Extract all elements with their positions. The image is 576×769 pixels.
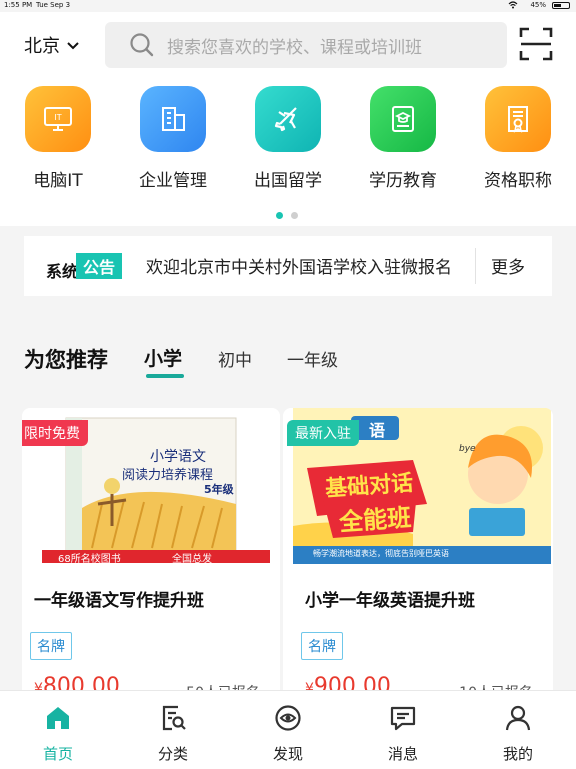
chevron-down-icon (66, 35, 80, 56)
status-bar: 1:55 PM Tue Sep 3 45% (0, 0, 576, 12)
cover-banner-right: 全国总发 (172, 554, 212, 564)
search-placeholder: 搜索您喜欢的学校、课程或培训班 (167, 37, 422, 58)
tab-grade-one[interactable]: 一年级 (287, 346, 338, 371)
tab-label: 我的 (502, 745, 533, 763)
course-badge: 限时免费 (22, 420, 88, 446)
course-tag: 名牌 (301, 632, 343, 660)
tab-category[interactable]: 分类 (133, 703, 213, 764)
tab-label: 消息 (387, 745, 418, 763)
tab-primary-school[interactable]: 小学 (144, 344, 182, 371)
cover-book-title-2: 阅读力培养课程 (122, 468, 214, 483)
buildings-icon (140, 86, 206, 152)
status-date: Tue Sep 3 (36, 1, 71, 9)
profile-icon (503, 705, 533, 737)
course-card[interactable]: 小学语文 阅读力培养课程 5年级 68所名校图书 全国总发 限时免费 一年级语文… (22, 408, 280, 708)
notice-label-announce: 公告 (76, 253, 122, 279)
course-title: 一年级语文写作提升班 (34, 591, 204, 611)
cover-slogan: 畅学潮流地道表达，彻底告别哑巴英语 (313, 549, 449, 558)
category-item-degree[interactable]: 学历教育 (358, 86, 448, 191)
category-label: 出国留学 (254, 171, 322, 191)
page-dot (291, 212, 298, 219)
discover-eye-icon (273, 705, 303, 737)
category-label: 资格职称 (484, 171, 552, 191)
airplane-icon (255, 86, 321, 152)
category-label: 学历教育 (369, 171, 437, 191)
tab-active-indicator (146, 374, 184, 378)
city-selector[interactable]: 北京 (24, 32, 80, 58)
category-grid: IT 电脑IT 企业管理 出国留学 学历教育 资格职称 (0, 86, 576, 196)
carousel-dots (276, 212, 306, 220)
notice-more-link[interactable]: 更多 (491, 253, 525, 278)
tab-discover[interactable]: 发现 (248, 703, 328, 764)
tab-profile[interactable]: 我的 (478, 703, 558, 764)
notice-divider (475, 248, 476, 284)
message-icon (388, 706, 418, 737)
computer-it-icon: IT (25, 86, 91, 152)
category-search-icon (158, 705, 188, 737)
tab-home[interactable]: 首页 (18, 703, 98, 764)
notice-text[interactable]: 欢迎北京市中关村外国语学校入驻微报名 (146, 253, 468, 278)
course-badge: 最新入驻 (287, 420, 359, 446)
tab-messages[interactable]: 消息 (363, 703, 443, 764)
notice-label-system: 系统 (46, 262, 79, 281)
battery-percent: 45% (530, 1, 546, 9)
bottom-tab-bar: 首页 分类 发现 消息 我的 (0, 690, 576, 769)
cover-grade: 5年级 (204, 483, 234, 496)
category-item-it[interactable]: IT 电脑IT (13, 86, 103, 191)
tab-junior-high[interactable]: 初中 (218, 346, 252, 371)
certificate-icon (485, 86, 551, 152)
wifi-icon (508, 1, 518, 11)
category-item-study-abroad[interactable]: 出国留学 (243, 86, 333, 191)
city-label: 北京 (24, 36, 60, 57)
search-bar[interactable]: 搜索您喜欢的学校、课程或培训班 (105, 22, 507, 68)
home-icon (43, 707, 73, 737)
tab-label: 发现 (272, 745, 303, 763)
category-label: 电脑IT (33, 171, 83, 191)
course-tag: 名牌 (30, 632, 72, 660)
graduation-book-icon (370, 86, 436, 152)
course-card[interactable]: 语 基础对话 全能班 畅学潮流地道表达，彻底告别哑巴英语 bye 最新入驻 小学… (283, 408, 553, 708)
cover-banner-left: 68所名校图书 (58, 554, 121, 564)
page-dot-active (276, 212, 283, 219)
cover-corner-word: 语 (369, 421, 386, 440)
tab-label: 首页 (42, 745, 73, 763)
cover-book-title-1: 小学语文 (150, 449, 206, 465)
category-item-management[interactable]: 企业管理 (128, 86, 218, 191)
category-item-qualification[interactable]: 资格职称 (473, 86, 563, 191)
section-title: 为您推荐 (24, 348, 108, 372)
cover-bubble: bye (459, 444, 476, 454)
tab-label: 分类 (157, 745, 188, 763)
course-title: 小学一年级英语提升班 (305, 591, 475, 611)
cover-headline-2: 全能班 (338, 503, 413, 537)
svg-text:IT: IT (54, 113, 61, 122)
category-label: 企业管理 (139, 171, 207, 191)
scan-icon[interactable] (518, 26, 554, 62)
status-time: 1:55 PM (4, 1, 33, 9)
battery-icon (552, 2, 570, 9)
search-icon (129, 32, 155, 58)
